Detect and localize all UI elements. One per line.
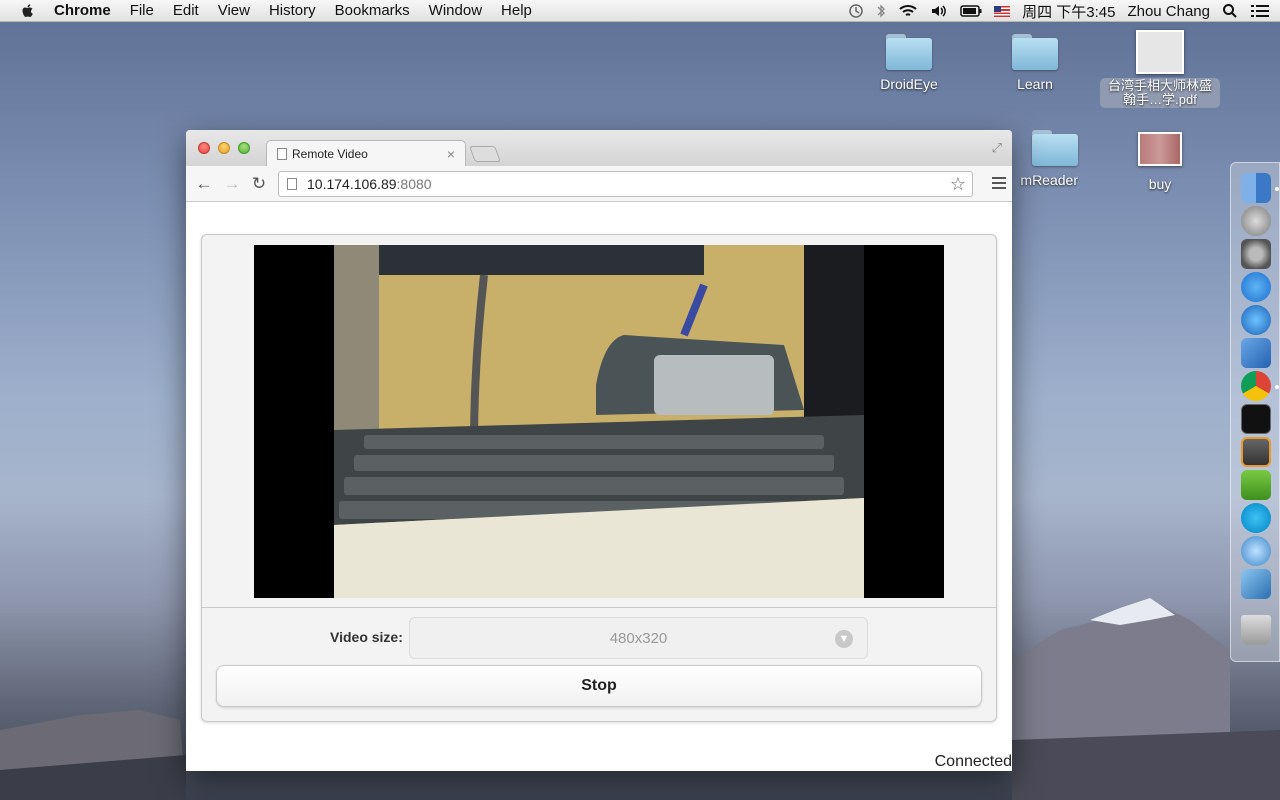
menu-help[interactable]: Help (501, 2, 532, 19)
openoffice-icon[interactable] (1241, 536, 1271, 566)
menubar-user[interactable]: Zhou Chang (1127, 3, 1210, 20)
window-close-button[interactable] (198, 142, 210, 154)
browser-window: Remote Video × ⤢ ← → ↻ 10.174.106.89:808… (186, 130, 1012, 771)
tab-close-icon[interactable]: × (447, 146, 455, 162)
menu-edit[interactable]: Edit (173, 2, 199, 19)
menu-bookmarks[interactable]: Bookmarks (335, 2, 410, 19)
page-favicon-icon (277, 147, 287, 160)
finder-icon[interactable] (1241, 173, 1271, 203)
fullscreen-icon[interactable]: ⤢ (992, 140, 1002, 156)
video-frame-image (334, 245, 864, 598)
sublime-text-icon[interactable] (1241, 437, 1271, 467)
forward-arrow-icon[interactable]: → (222, 174, 242, 194)
browser-tab-remote-video[interactable]: Remote Video × (266, 140, 466, 166)
stop-button[interactable]: Stop (216, 665, 982, 707)
desktop-icon-label: Learn (1017, 76, 1053, 92)
desktop-icon-label: DroidEye (880, 76, 938, 92)
video-size-value: 480x320 (609, 629, 668, 647)
dock (1230, 162, 1280, 662)
desktop-icon-label: buy (1148, 176, 1172, 192)
menu-history[interactable]: History (269, 2, 316, 19)
address-bar[interactable]: 10.174.106.89:8080 ☆ (278, 171, 973, 197)
menu-view[interactable]: View (218, 2, 250, 19)
window-minimize-button[interactable] (218, 142, 230, 154)
desktop-file-pdf[interactable]: 台湾手相大师林盛翰手…学.pdf (1100, 30, 1220, 108)
bookmark-star-icon[interactable]: ☆ (950, 174, 966, 195)
video-size-label: Video size: (330, 629, 403, 645)
video-panel: Video size: 480x320 ▼ Stop (201, 234, 997, 722)
time-machine-icon[interactable] (848, 3, 864, 19)
url-host: 10.174.106.89 (307, 176, 397, 192)
connection-status: Connected (934, 753, 1012, 770)
notification-center-icon[interactable] (1250, 3, 1270, 19)
launchpad-icon[interactable] (1241, 206, 1271, 236)
terminal-icon[interactable] (1241, 404, 1271, 434)
menu-window[interactable]: Window (429, 2, 482, 19)
battery-icon[interactable] (960, 4, 982, 18)
folder-icon (886, 34, 932, 70)
reload-icon[interactable]: ↻ (249, 174, 269, 194)
menu-file[interactable]: File (130, 2, 154, 19)
app-store-icon[interactable] (1241, 272, 1271, 302)
video-frame (334, 245, 864, 598)
image-file-icon (1138, 132, 1182, 166)
pdf-file-icon (1136, 30, 1184, 74)
window-zoom-button[interactable] (238, 142, 250, 154)
menu-app-name[interactable]: Chrome (54, 2, 111, 19)
menu-bar: Chrome File Edit View History Bookmarks … (0, 0, 1280, 22)
input-source-flag-icon[interactable] (994, 5, 1011, 17)
tab-title: Remote Video (292, 146, 368, 161)
page-icon (287, 178, 297, 190)
spotlight-search-icon[interactable] (1222, 3, 1238, 19)
desktop-folder-droideye[interactable]: DroidEye (849, 34, 969, 92)
chrome-icon[interactable] (1241, 371, 1271, 401)
chrome-menu-icon[interactable] (992, 177, 1006, 192)
desktop-folder-learn[interactable]: Learn (975, 34, 1095, 92)
bluetooth-icon[interactable] (876, 3, 886, 19)
desktop-icon-label: 台湾手相大师林盛翰手…学.pdf (1100, 78, 1220, 108)
xcode-icon[interactable] (1241, 338, 1271, 368)
skype-icon[interactable] (1241, 503, 1271, 533)
running-indicator (1275, 385, 1279, 389)
menubar-clock[interactable]: 周四 下午3:45 (1022, 1, 1115, 22)
tab-strip: Remote Video × ⤢ (186, 130, 1012, 166)
video-player[interactable] (254, 245, 944, 598)
chevron-down-icon: ▼ (835, 630, 853, 648)
system-preferences-icon[interactable] (1241, 239, 1271, 269)
browser-toolbar: ← → ↻ 10.174.106.89:8080 ☆ (186, 166, 1012, 202)
trash-icon[interactable] (1241, 615, 1271, 645)
virtualbox-icon[interactable] (1241, 569, 1271, 599)
folder-icon (1012, 34, 1058, 70)
page-content: Video size: 480x320 ▼ Stop Connected (186, 202, 1012, 771)
folder-icon (1032, 130, 1078, 166)
back-arrow-icon[interactable]: ← (194, 174, 214, 194)
panel-divider (202, 607, 996, 608)
running-indicator (1275, 187, 1279, 191)
itunes-icon[interactable] (1241, 305, 1271, 335)
new-tab-button[interactable] (469, 146, 501, 162)
desktop-file-buy[interactable]: buy (1100, 132, 1220, 192)
url-port: :8080 (396, 176, 432, 192)
video-size-select[interactable]: 480x320 ▼ (409, 617, 868, 659)
evernote-icon[interactable] (1241, 470, 1271, 500)
apple-icon[interactable] (20, 3, 36, 19)
wifi-icon[interactable] (898, 3, 918, 19)
volume-icon[interactable] (930, 3, 948, 19)
